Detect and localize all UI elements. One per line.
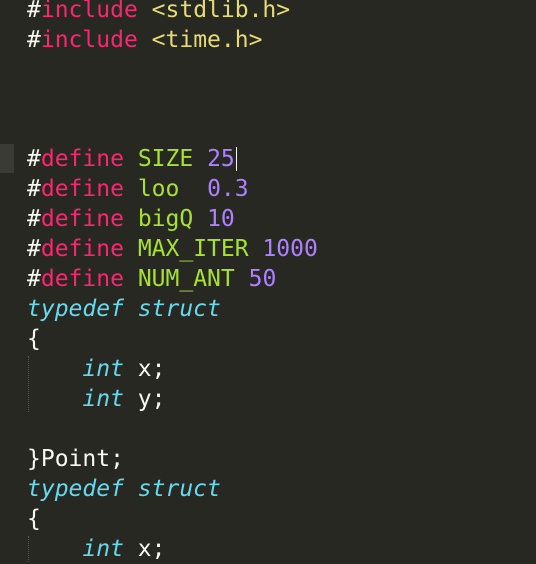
code-line-int-y: int y;	[27, 384, 165, 414]
preprocessor-keyword: define	[40, 146, 124, 172]
typedef-keyword: typedef	[27, 296, 124, 322]
macro-value: 10	[207, 206, 235, 232]
macro-name: bigQ	[137, 206, 194, 232]
preprocessor-keyword: define	[40, 236, 124, 262]
preprocessor-keyword: define	[40, 176, 124, 202]
open-brace: {	[27, 506, 41, 532]
code-line-define-max-iter: #define MAX_ITER 1000	[27, 234, 318, 264]
typedef-keyword: typedef	[27, 476, 124, 502]
macro-value: 1000	[262, 236, 318, 262]
text-cursor	[236, 147, 237, 171]
code-line-typedef-struct: typedef struct	[27, 294, 221, 324]
hash-symbol: #	[27, 27, 41, 53]
field-declaration: y;	[123, 386, 166, 412]
macro-value: 25	[207, 146, 235, 172]
code-editor[interactable]: #include <stdlib.h> #include <time.h> #d…	[0, 0, 536, 562]
struct-keyword: struct	[137, 476, 221, 502]
int-keyword: int	[82, 536, 124, 562]
include-path: <time.h>	[151, 27, 263, 53]
preprocessor-keyword: define	[40, 266, 124, 292]
macro-name: NUM_ANT	[137, 266, 235, 292]
code-line-int-x: int x;	[27, 354, 165, 384]
open-brace: {	[27, 326, 41, 352]
code-line-typedef-struct-2: typedef struct	[27, 474, 221, 504]
preprocessor-keyword: define	[40, 206, 124, 232]
code-line-define-loo: #define loo 0.3	[27, 174, 249, 204]
code-line-int-x-2: int x;	[27, 534, 165, 564]
struct-close-point: }Point;	[27, 446, 124, 472]
int-keyword: int	[82, 356, 124, 382]
current-line-gutter-marker	[0, 144, 14, 173]
code-line-open-brace: {	[27, 324, 41, 354]
field-declaration: x;	[123, 356, 166, 382]
code-line-include-time: #include <time.h>	[27, 25, 262, 55]
code-line-include-stdlib: #include <stdlib.h>	[27, 0, 290, 25]
macro-value: 50	[248, 266, 277, 292]
macro-name: SIZE	[137, 146, 194, 172]
hash-symbol: #	[27, 0, 41, 23]
macro-name: loo	[137, 176, 180, 202]
preprocessor-keyword: include	[40, 0, 138, 23]
code-line-open-brace-2: {	[27, 504, 41, 534]
int-keyword: int	[82, 386, 124, 412]
macro-name: MAX_ITER	[137, 236, 249, 262]
hash-symbol: #	[27, 206, 41, 232]
struct-keyword: struct	[137, 296, 221, 322]
include-path: <stdlib.h>	[151, 0, 291, 23]
code-line-close-point: }Point;	[27, 444, 124, 474]
hash-symbol: #	[27, 176, 41, 202]
code-line-define-num-ant: #define NUM_ANT 50	[27, 264, 276, 294]
code-line-define-bigq: #define bigQ 10	[27, 204, 235, 234]
hash-symbol: #	[27, 266, 41, 292]
hash-symbol: #	[27, 236, 41, 262]
code-line-define-size: #define SIZE 25	[27, 144, 235, 174]
hash-symbol: #	[27, 146, 41, 172]
preprocessor-keyword: include	[40, 27, 138, 53]
macro-value: 0.3	[207, 176, 249, 202]
field-declaration: x;	[123, 536, 166, 562]
